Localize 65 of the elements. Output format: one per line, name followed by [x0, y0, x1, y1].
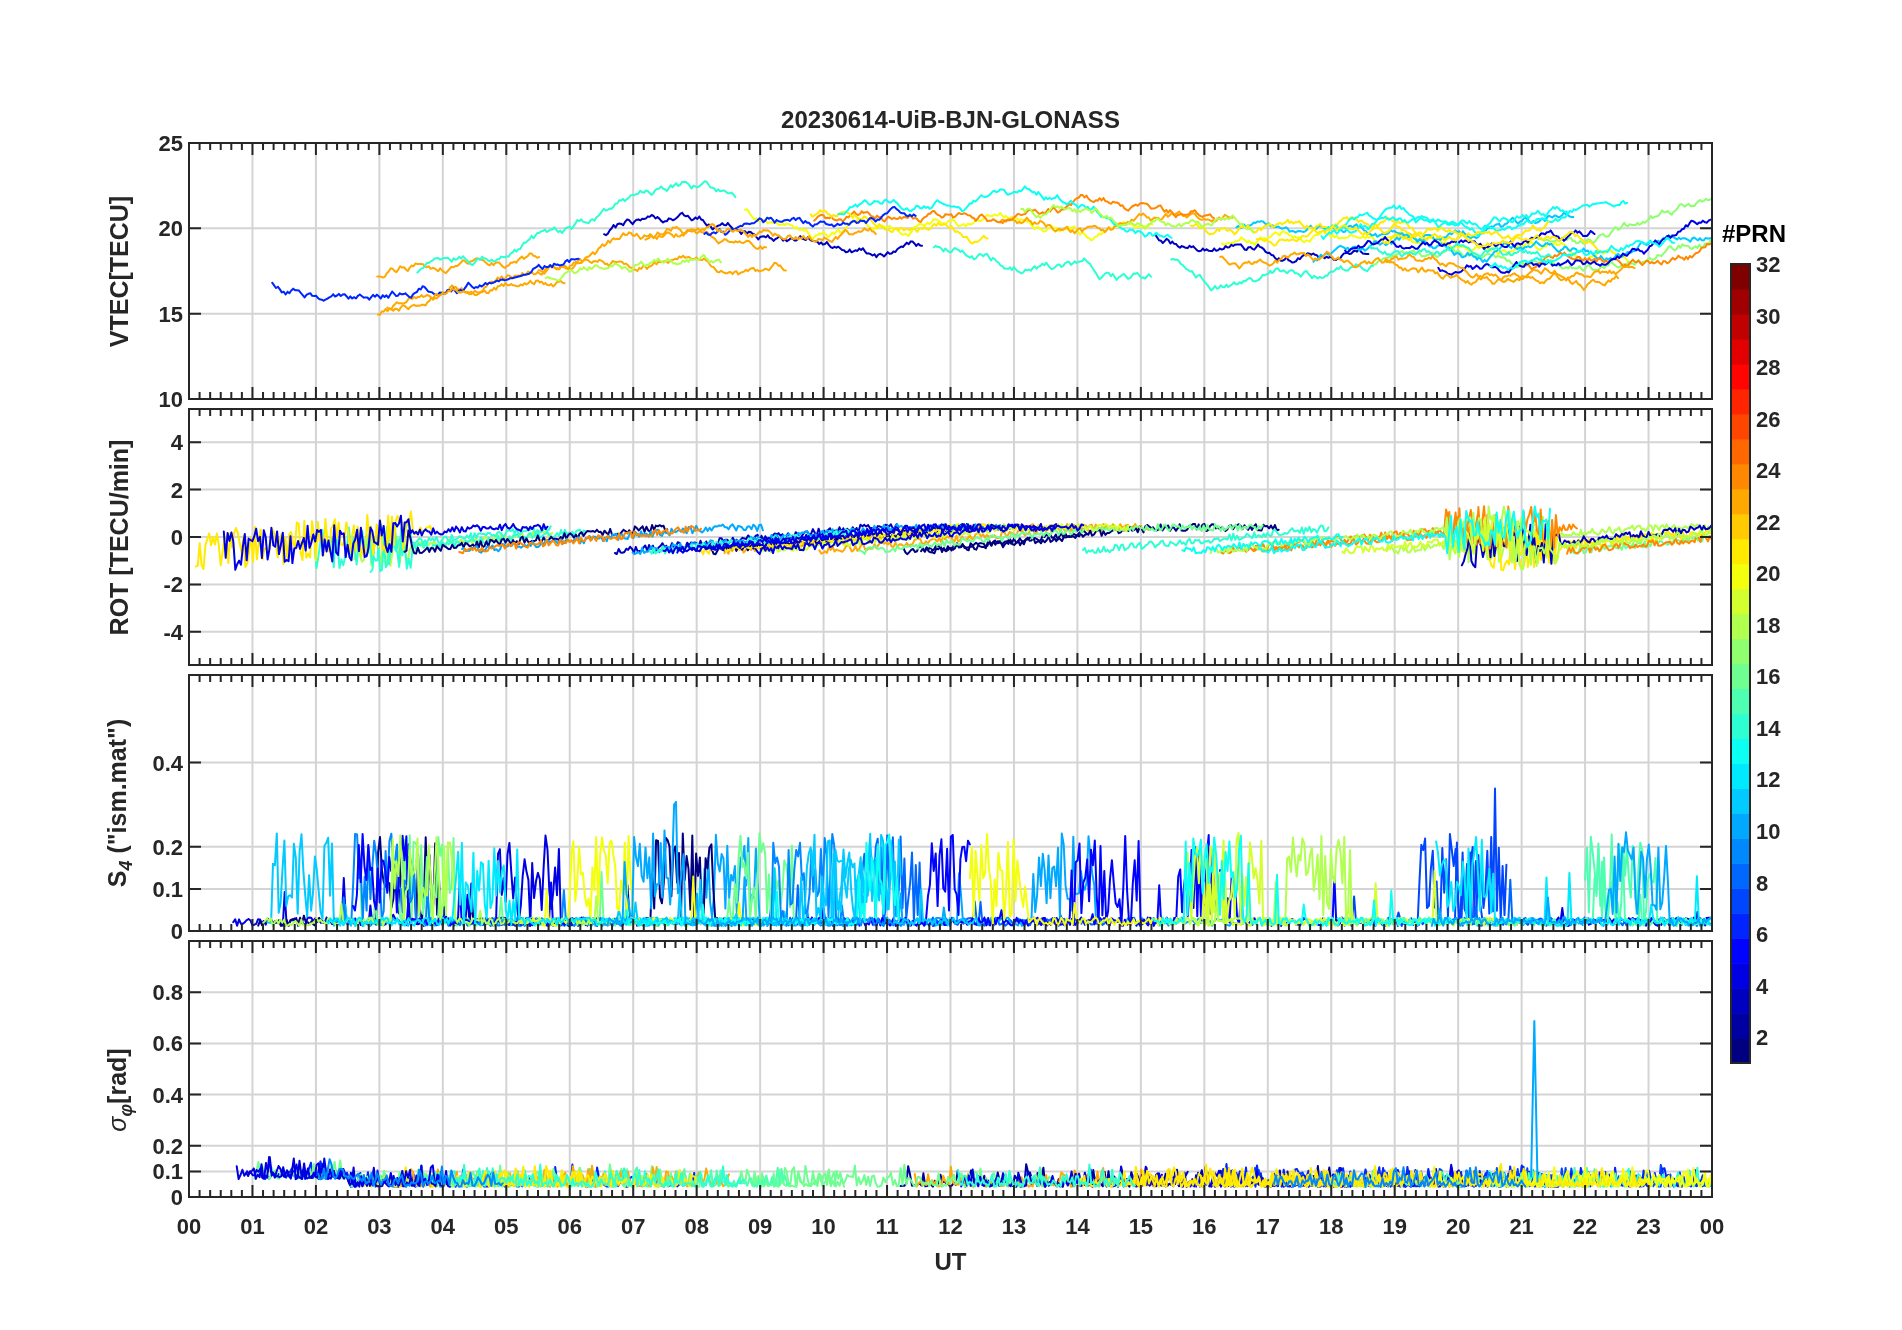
- y-tick-label: 0.4: [152, 750, 183, 776]
- y-tick-label: 0.6: [152, 1031, 183, 1057]
- x-tick-label: 19: [1382, 1214, 1407, 1239]
- y-axis-label: VTEC[TECU]: [105, 195, 135, 347]
- y-tick-label: 0.8: [152, 980, 183, 1006]
- x-tick-label: 09: [747, 1214, 773, 1239]
- colorbar-tick-label: 12: [1756, 767, 1781, 793]
- colorbar-tick-label: 26: [1756, 406, 1781, 432]
- colorbar-tick-label: 6: [1756, 922, 1769, 948]
- y-tick-label: 15: [158, 301, 183, 327]
- chart-title: 20230614-UiB-BJN-GLONASS: [781, 106, 1120, 134]
- y-tick-label: 0: [170, 525, 183, 550]
- x-tick-label: 15: [1128, 1214, 1154, 1239]
- x-tick-label: 13: [1001, 1214, 1027, 1239]
- x-tick-label: 10: [811, 1214, 836, 1239]
- y-tick-label: -2: [163, 572, 183, 598]
- x-tick-label: 06: [557, 1214, 582, 1239]
- y-tick-label: 25: [158, 131, 183, 156]
- y-axis-label: ROT [TECU/min]: [105, 439, 135, 635]
- x-tick-label: 14: [1065, 1214, 1090, 1239]
- colorbar-tick-label: 20: [1756, 561, 1781, 587]
- x-tick-label: 22: [1572, 1214, 1598, 1239]
- y-tick-label: 0: [170, 1185, 183, 1210]
- x-tick-label: 00: [176, 1214, 202, 1239]
- colorbar-tick-label: 2: [1756, 1025, 1769, 1051]
- x-tick-label: 11: [875, 1214, 899, 1239]
- y-tick-label: 0.1: [152, 876, 183, 902]
- colorbar-tick-label: 4: [1756, 973, 1769, 999]
- x-tick-label: 05: [494, 1214, 519, 1239]
- colorbar-tick-label: 28: [1756, 355, 1781, 381]
- colorbar-tick-label: 24: [1756, 458, 1781, 484]
- x-axis-label: UT: [934, 1248, 967, 1277]
- x-tick-label: 04: [430, 1214, 456, 1239]
- colorbar-tick-label: 14: [1756, 715, 1781, 741]
- y-tick-label: 0: [170, 919, 183, 944]
- x-tick-label: 07: [620, 1214, 646, 1239]
- colorbar-tick-label: 16: [1756, 664, 1781, 690]
- x-tick-label: 01: [240, 1214, 265, 1239]
- x-tick-label: 02: [303, 1214, 329, 1239]
- colorbar-tick-label: 18: [1756, 612, 1781, 638]
- y-tick-label: 0.2: [152, 1133, 183, 1159]
- x-tick-label: 18: [1319, 1214, 1344, 1239]
- x-tick-label: 12: [938, 1214, 963, 1239]
- y-tick-label: 4: [170, 430, 183, 456]
- y-tick-label: -4: [163, 619, 183, 645]
- y-tick-label: 0.2: [152, 834, 183, 860]
- y-tick-label: 0.4: [152, 1082, 183, 1108]
- colorbar-tick-label: 8: [1756, 870, 1769, 896]
- y-tick-label: 0.1: [152, 1159, 183, 1185]
- x-tick-label: 03: [367, 1214, 392, 1239]
- y-tick-label: 10: [158, 387, 183, 412]
- x-tick-label: 08: [684, 1214, 709, 1239]
- x-tick-label: 16: [1192, 1214, 1217, 1239]
- x-tick-label: 23: [1636, 1214, 1661, 1239]
- colorbar-tick-label: 22: [1756, 509, 1781, 535]
- x-tick-label: 00: [1699, 1214, 1725, 1239]
- y-tick-label: 2: [170, 477, 183, 503]
- colorbar-tick-label: 30: [1756, 303, 1781, 329]
- colorbar-tick-label: 32: [1756, 252, 1781, 277]
- x-tick-label: 17: [1255, 1214, 1281, 1239]
- colorbar-title: #PRN: [1722, 220, 1787, 247]
- colorbar-tick-label: 10: [1756, 819, 1781, 845]
- x-tick-label: 21: [1509, 1214, 1534, 1239]
- y-tick-label: 20: [158, 216, 183, 242]
- x-tick-label: 20: [1445, 1214, 1471, 1239]
